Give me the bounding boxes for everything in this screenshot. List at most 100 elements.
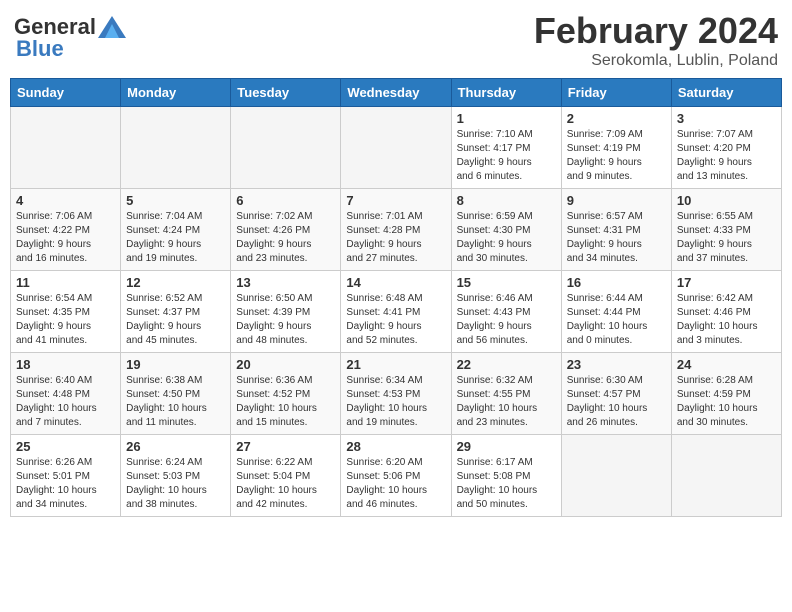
calendar-cell: 2 Sunrise: 7:09 AM Sunset: 4:19 PM Daylig…: [561, 107, 671, 189]
day-info: Sunrise: 6:52 AM Sunset: 4:37 PM Dayligh…: [126, 292, 225, 348]
calendar-cell: 7 Sunrise: 7:01 AM Sunset: 4:28 PM Daylig…: [341, 189, 451, 271]
day-number: 22: [457, 357, 556, 372]
day-info: Sunrise: 6:26 AM Sunset: 5:01 PM Dayligh…: [16, 456, 115, 512]
calendar-cell: 1 Sunrise: 7:10 AM Sunset: 4:17 PM Daylig…: [451, 107, 561, 189]
day-number: 17: [677, 275, 776, 290]
day-number: 10: [677, 193, 776, 208]
day-info: Sunrise: 6:36 AM Sunset: 4:52 PM Dayligh…: [236, 374, 335, 430]
calendar-cell: 5 Sunrise: 7:04 AM Sunset: 4:24 PM Daylig…: [121, 189, 231, 271]
day-info: Sunrise: 6:32 AM Sunset: 4:55 PM Dayligh…: [457, 374, 556, 430]
day-number: 9: [567, 193, 666, 208]
calendar-cell: [231, 107, 341, 189]
day-number: 29: [457, 439, 556, 454]
header: General Blue February 2024 Serokomla, Lu…: [10, 10, 782, 70]
day-info: Sunrise: 7:06 AM Sunset: 4:22 PM Dayligh…: [16, 210, 115, 266]
week-row-3: 18 Sunrise: 6:40 AM Sunset: 4:48 PM Dayli…: [11, 353, 782, 435]
day-number: 20: [236, 357, 335, 372]
calendar-cell: 19Sunrise: 6:38 AM Sunset: 4:50 PM Dayli…: [121, 353, 231, 435]
day-info: Sunrise: 7:02 AM Sunset: 4:26 PM Dayligh…: [236, 210, 335, 266]
day-number: 1: [457, 111, 556, 126]
day-of-week-saturday: Saturday: [671, 79, 781, 107]
day-number: 4: [16, 193, 115, 208]
day-number: 13: [236, 275, 335, 290]
calendar-cell: 22 Sunrise: 6:32 AM Sunset: 4:55 PM Dayli…: [451, 353, 561, 435]
calendar-cell: [11, 107, 121, 189]
day-number: 7: [346, 193, 445, 208]
calendar-cell: 9 Sunrise: 6:57 AM Sunset: 4:31 PM Daylig…: [561, 189, 671, 271]
location: Serokomla, Lublin, Poland: [534, 52, 778, 70]
day-number: 15: [457, 275, 556, 290]
month-title: February 2024: [534, 10, 778, 52]
day-of-week-wednesday: Wednesday: [341, 79, 451, 107]
day-number: 25: [16, 439, 115, 454]
day-info: Sunrise: 6:57 AM Sunset: 4:31 PM Dayligh…: [567, 210, 666, 266]
week-row-1: 4 Sunrise: 7:06 AM Sunset: 4:22 PM Daylig…: [11, 189, 782, 271]
calendar-cell: 27 Sunrise: 6:22 AM Sunset: 5:04 PM Dayli…: [231, 435, 341, 517]
day-info: Sunrise: 6:42 AM Sunset: 4:46 PM Dayligh…: [677, 292, 776, 348]
calendar-cell: 24 Sunrise: 6:28 AM Sunset: 4:59 PM Dayli…: [671, 353, 781, 435]
calendar-cell: 10 Sunrise: 6:55 AM Sunset: 4:33 PM Dayli…: [671, 189, 781, 271]
day-number: 18: [16, 357, 115, 372]
calendar-cell: 21 Sunrise: 6:34 AM Sunset: 4:53 PM Dayli…: [341, 353, 451, 435]
day-number: 2: [567, 111, 666, 126]
day-number: 8: [457, 193, 556, 208]
day-of-week-thursday: Thursday: [451, 79, 561, 107]
calendar-cell: 26 Sunrise: 6:24 AM Sunset: 5:03 PM Dayli…: [121, 435, 231, 517]
day-info: Sunrise: 6:50 AM Sunset: 4:39 PM Dayligh…: [236, 292, 335, 348]
calendar-cell: 15Sunrise: 6:46 AM Sunset: 4:43 PM Dayli…: [451, 271, 561, 353]
day-number: 26: [126, 439, 225, 454]
title-area: February 2024 Serokomla, Lublin, Poland: [534, 10, 778, 70]
logo: General Blue: [14, 10, 126, 62]
day-info: Sunrise: 7:10 AM Sunset: 4:17 PM Dayligh…: [457, 128, 556, 184]
day-number: 27: [236, 439, 335, 454]
day-number: 28: [346, 439, 445, 454]
day-of-week-friday: Friday: [561, 79, 671, 107]
days-header-row: SundayMondayTuesdayWednesdayThursdayFrid…: [11, 79, 782, 107]
day-number: 24: [677, 357, 776, 372]
day-info: Sunrise: 7:09 AM Sunset: 4:19 PM Dayligh…: [567, 128, 666, 184]
day-info: Sunrise: 6:48 AM Sunset: 4:41 PM Dayligh…: [346, 292, 445, 348]
calendar-cell: 20 Sunrise: 6:36 AM Sunset: 4:52 PM Dayli…: [231, 353, 341, 435]
day-info: Sunrise: 6:24 AM Sunset: 5:03 PM Dayligh…: [126, 456, 225, 512]
calendar-cell: 23 Sunrise: 6:30 AM Sunset: 4:57 PM Dayli…: [561, 353, 671, 435]
calendar-cell: 16Sunrise: 6:44 AM Sunset: 4:44 PM Dayli…: [561, 271, 671, 353]
day-info: Sunrise: 6:30 AM Sunset: 4:57 PM Dayligh…: [567, 374, 666, 430]
calendar-cell: 14 Sunrise: 6:48 AM Sunset: 4:41 PM Dayli…: [341, 271, 451, 353]
day-info: Sunrise: 6:34 AM Sunset: 4:53 PM Dayligh…: [346, 374, 445, 430]
day-number: 21: [346, 357, 445, 372]
calendar-cell: 8 Sunrise: 6:59 AM Sunset: 4:30 PM Daylig…: [451, 189, 561, 271]
day-of-week-sunday: Sunday: [11, 79, 121, 107]
week-row-4: 25 Sunrise: 6:26 AM Sunset: 5:01 PM Dayli…: [11, 435, 782, 517]
calendar-cell: 17 Sunrise: 6:42 AM Sunset: 4:46 PM Dayli…: [671, 271, 781, 353]
day-info: Sunrise: 6:59 AM Sunset: 4:30 PM Dayligh…: [457, 210, 556, 266]
day-number: 14: [346, 275, 445, 290]
calendar-cell: 4 Sunrise: 7:06 AM Sunset: 4:22 PM Daylig…: [11, 189, 121, 271]
calendar-cell: 11 Sunrise: 6:54 AM Sunset: 4:35 PM Dayli…: [11, 271, 121, 353]
day-info: Sunrise: 6:54 AM Sunset: 4:35 PM Dayligh…: [16, 292, 115, 348]
day-info: Sunrise: 7:04 AM Sunset: 4:24 PM Dayligh…: [126, 210, 225, 266]
calendar-cell: 13 Sunrise: 6:50 AM Sunset: 4:39 PM Dayli…: [231, 271, 341, 353]
calendar-cell: [121, 107, 231, 189]
day-info: Sunrise: 6:44 AM Sunset: 4:44 PM Dayligh…: [567, 292, 666, 348]
logo-icon: [98, 16, 126, 38]
day-info: Sunrise: 6:55 AM Sunset: 4:33 PM Dayligh…: [677, 210, 776, 266]
calendar-table: SundayMondayTuesdayWednesdayThursdayFrid…: [10, 78, 782, 517]
day-info: Sunrise: 6:28 AM Sunset: 4:59 PM Dayligh…: [677, 374, 776, 430]
day-info: Sunrise: 6:22 AM Sunset: 5:04 PM Dayligh…: [236, 456, 335, 512]
logo-blue-text: Blue: [16, 36, 64, 62]
calendar-cell: 29Sunrise: 6:17 AM Sunset: 5:08 PM Dayli…: [451, 435, 561, 517]
day-info: Sunrise: 6:20 AM Sunset: 5:06 PM Dayligh…: [346, 456, 445, 512]
calendar-cell: 3Sunrise: 7:07 AM Sunset: 4:20 PM Daylig…: [671, 107, 781, 189]
day-number: 5: [126, 193, 225, 208]
day-info: Sunrise: 7:01 AM Sunset: 4:28 PM Dayligh…: [346, 210, 445, 266]
day-info: Sunrise: 6:40 AM Sunset: 4:48 PM Dayligh…: [16, 374, 115, 430]
calendar-cell: 6 Sunrise: 7:02 AM Sunset: 4:26 PM Daylig…: [231, 189, 341, 271]
calendar-cell: 18 Sunrise: 6:40 AM Sunset: 4:48 PM Dayli…: [11, 353, 121, 435]
week-row-2: 11 Sunrise: 6:54 AM Sunset: 4:35 PM Dayli…: [11, 271, 782, 353]
day-of-week-monday: Monday: [121, 79, 231, 107]
day-number: 6: [236, 193, 335, 208]
day-number: 12: [126, 275, 225, 290]
day-number: 23: [567, 357, 666, 372]
calendar-cell: 28 Sunrise: 6:20 AM Sunset: 5:06 PM Dayli…: [341, 435, 451, 517]
day-number: 11: [16, 275, 115, 290]
